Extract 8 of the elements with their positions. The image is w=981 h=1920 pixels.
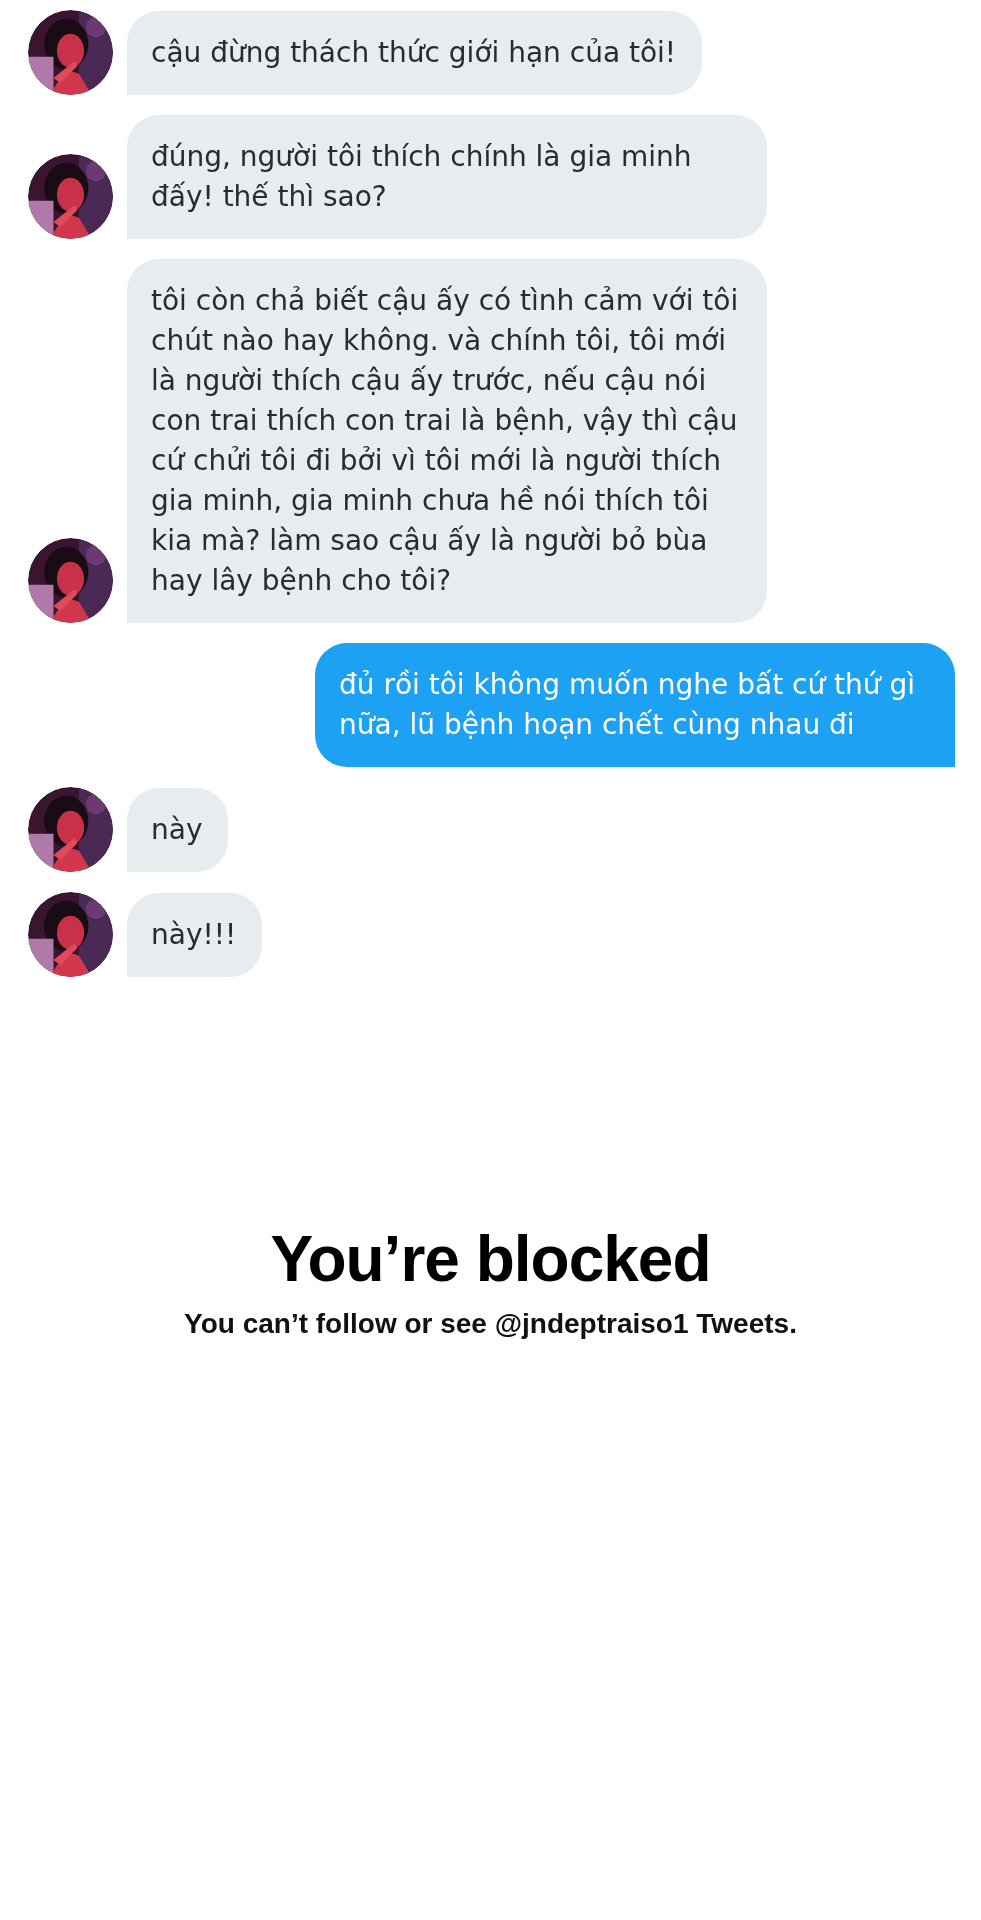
message-bubble: đủ rồi tôi không muốn nghe bất cứ thứ gì nữa, lũ bệnh hoạn chết cùng nhau đi bbox=[315, 643, 955, 767]
message-bubble: đúng, người tôi thích chính là gia minh đấy! thế thì sao? bbox=[127, 115, 767, 239]
message-bubble: cậu đừng thách thức giới hạn của tôi! bbox=[127, 11, 703, 95]
message-bubble: tôi còn chả biết cậu ấy có tình cảm với tôi chút nào hay không. và chính tôi, tôi mới là người thích cậu ấy trước, nếu cậu nói con trai thích con trai là bệnh, vậy thì cậu cứ chửi tôi đi bởi vì tôi mới là người thích gia minh, gia minh chưa hề nói thích tôi kia mà? làm sao cậu ấy là người bỏ bùa hay lây bệnh cho tôi? bbox=[127, 259, 767, 623]
message-bubble: này!!! bbox=[127, 893, 263, 977]
message-bubble: này bbox=[127, 788, 229, 872]
blocked-title: You’re blocked bbox=[270, 1222, 711, 1296]
blocked-message: You can’t follow or see @jndeptraiso1 Tweets. bbox=[184, 1308, 797, 1340]
